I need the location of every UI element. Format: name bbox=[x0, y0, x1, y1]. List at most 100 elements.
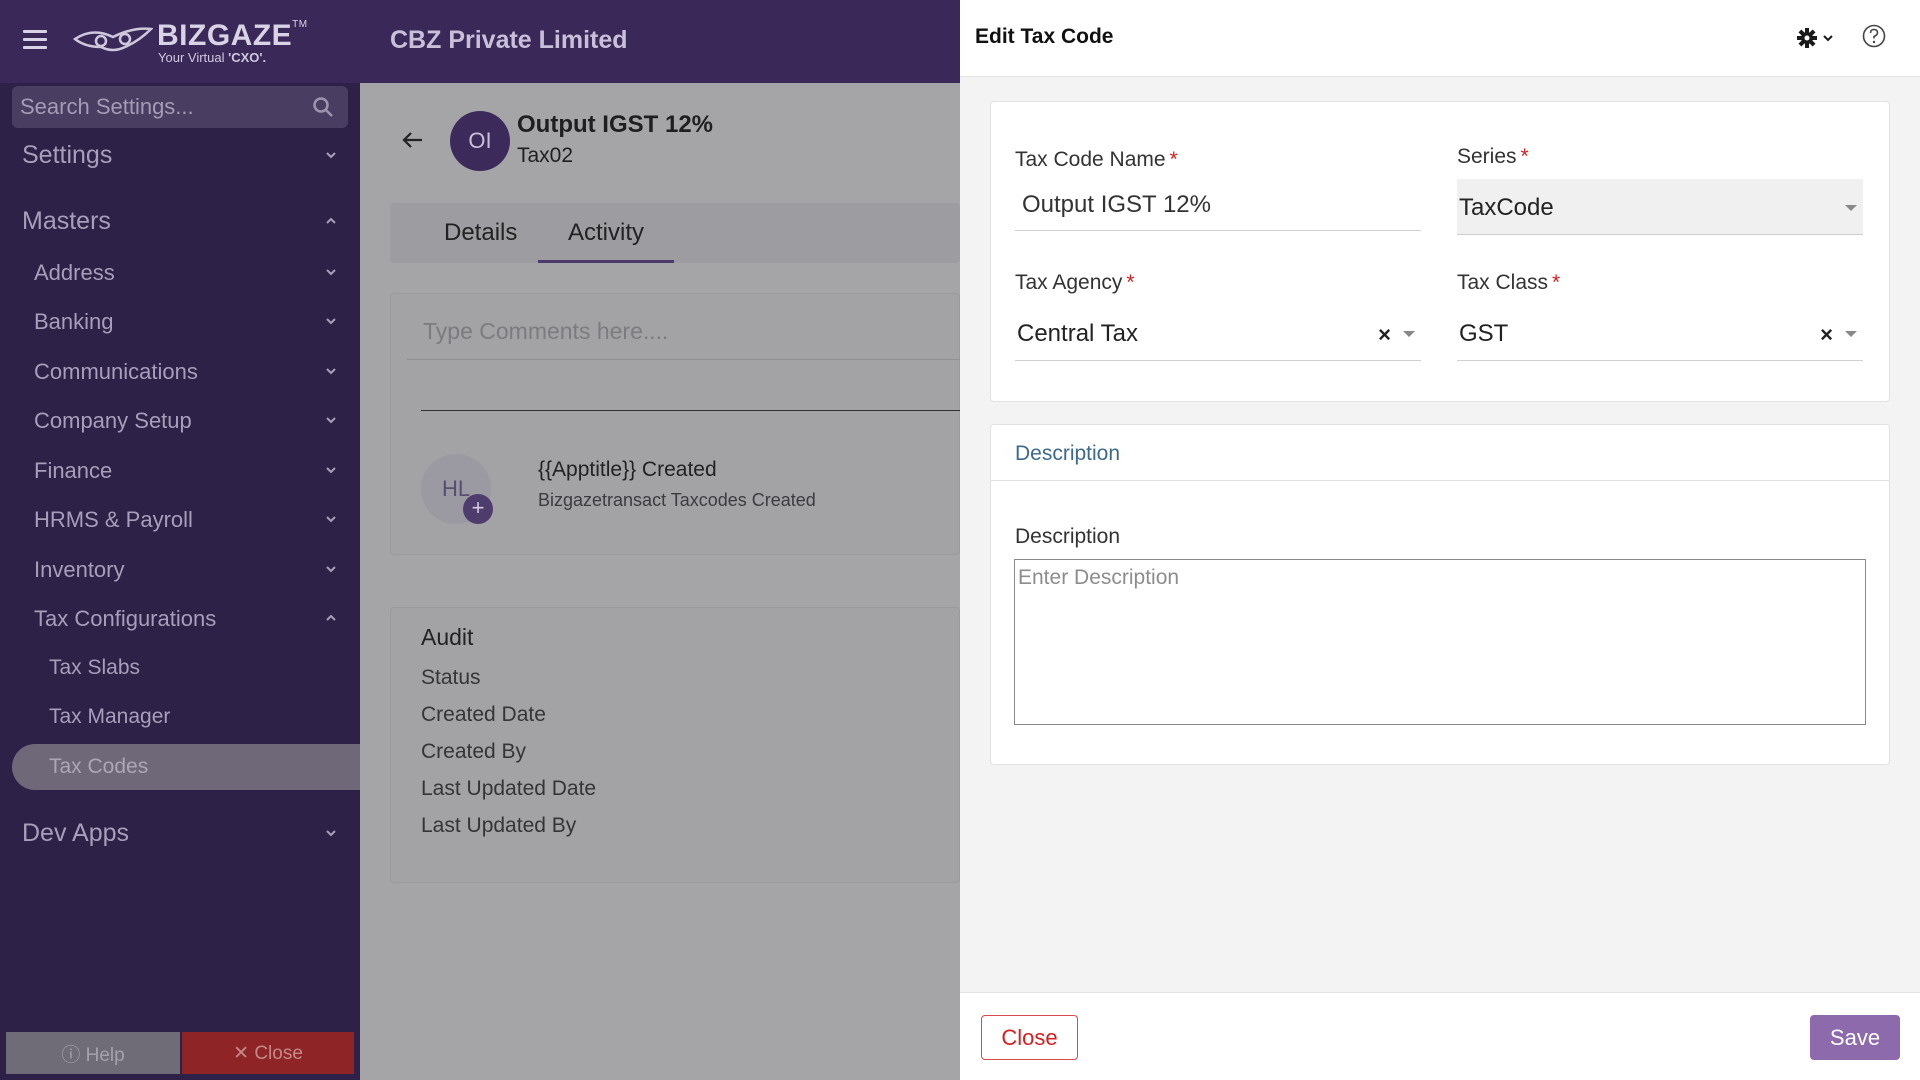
chevron-down-icon bbox=[326, 830, 336, 837]
activity-subtitle: Bizgazetransact Taxcodes Created bbox=[538, 490, 816, 510]
sidebar-item-label: Communications bbox=[34, 359, 198, 384]
tax-class-select[interactable]: GST × bbox=[1457, 305, 1863, 361]
record-avatar: OI bbox=[450, 111, 510, 171]
sidebar-item-company-setup[interactable]: Company Setup bbox=[0, 397, 360, 443]
sidebar-item-communications[interactable]: Communications bbox=[0, 348, 360, 394]
back-arrow-icon[interactable] bbox=[400, 127, 426, 153]
series-label: Series * bbox=[1457, 145, 1529, 168]
sidebar-item-label: Tax Manager bbox=[49, 705, 171, 728]
drawer-footer: Close Save bbox=[960, 992, 1920, 1080]
save-button[interactable]: Save bbox=[1810, 1015, 1900, 1060]
sidebar-item-label: Tax Slabs bbox=[49, 656, 141, 679]
sidebar-footer: ⓘ Help ✕ Close bbox=[6, 1032, 354, 1074]
caret-down-icon bbox=[1845, 331, 1857, 337]
hamburger-menu-icon[interactable] bbox=[23, 30, 47, 50]
audit-row: Status bbox=[421, 666, 481, 689]
chevron-down-icon bbox=[326, 269, 336, 276]
chevron-up-icon bbox=[326, 217, 336, 224]
help-circle-icon[interactable] bbox=[1861, 23, 1887, 49]
close-label: Close bbox=[254, 1042, 303, 1064]
activity-title: {{Apptitle}} Created bbox=[538, 458, 717, 481]
settings-sidebar: Settings Masters Address Banking Communi… bbox=[0, 83, 360, 1080]
bizgaze-logo: BIZGAZETM Your Virtual 'CXO'. bbox=[73, 17, 307, 67]
sidebar-item-label: Banking bbox=[34, 309, 114, 334]
settings-menu-button[interactable] bbox=[1795, 24, 1843, 52]
sidebar-section-settings[interactable]: Settings bbox=[0, 131, 360, 179]
series-select[interactable]: TaxCode bbox=[1457, 179, 1863, 235]
sidebar-section-label: Masters bbox=[22, 207, 111, 235]
clear-icon[interactable]: × bbox=[1820, 322, 1833, 348]
settings-search bbox=[12, 86, 348, 128]
chevron-down-icon bbox=[326, 318, 336, 325]
logo-tagline: Your Virtual 'CXO'. bbox=[158, 50, 267, 65]
gear-icon bbox=[1797, 28, 1833, 48]
close-icon: ✕ bbox=[233, 1042, 250, 1064]
series-value: TaxCode bbox=[1459, 194, 1554, 221]
description-textarea[interactable] bbox=[1014, 559, 1866, 725]
activity-card: HL + {{Apptitle}} Created Bizgazetransac… bbox=[390, 293, 961, 555]
edit-tax-code-drawer: Edit Tax Code Tax Code Name * Output IGS… bbox=[960, 0, 1920, 1080]
drawer-header: Edit Tax Code bbox=[960, 0, 1920, 77]
sidebar-item-label: Tax Codes bbox=[49, 755, 149, 778]
divider bbox=[421, 410, 961, 411]
drawer-title: Edit Tax Code bbox=[975, 25, 1114, 48]
close-button[interactable]: Close bbox=[981, 1015, 1078, 1060]
settings-search-input[interactable] bbox=[20, 86, 300, 128]
chevron-down-icon bbox=[326, 516, 336, 523]
tax-class-value: GST bbox=[1459, 320, 1509, 347]
sidebar-close-button[interactable]: ✕ Close bbox=[182, 1032, 354, 1074]
plus-icon: + bbox=[463, 494, 493, 524]
sidebar-section-masters[interactable]: Masters bbox=[0, 197, 360, 245]
tax-agency-select[interactable]: Central Tax × bbox=[1015, 305, 1421, 361]
clear-icon[interactable]: × bbox=[1378, 322, 1391, 348]
help-label: Help bbox=[85, 1044, 125, 1066]
tab-details[interactable]: Details bbox=[444, 203, 517, 263]
chevron-down-icon bbox=[326, 467, 336, 474]
sidebar-section-dev-apps[interactable]: Dev Apps bbox=[0, 809, 360, 857]
sidebar-help-button[interactable]: ⓘ Help bbox=[6, 1032, 180, 1074]
description-label: Description bbox=[1015, 525, 1121, 548]
audit-card: Audit Status Created Date Created By Las… bbox=[390, 607, 960, 883]
audit-row: Created Date bbox=[421, 703, 546, 726]
sidebar-item-hrms-payroll[interactable]: HRMS & Payroll bbox=[0, 496, 360, 542]
description-section-header: Description bbox=[991, 425, 1889, 481]
search-icon[interactable] bbox=[312, 96, 334, 118]
tax-code-form: Tax Code Name* Series* TaxCode Tax Agenc… bbox=[990, 101, 1890, 402]
record-code: Tax02 bbox=[517, 144, 574, 167]
tab-activity[interactable]: Activity bbox=[538, 203, 674, 263]
audit-row: Last Updated Date bbox=[421, 777, 597, 800]
question-circle-icon: ⓘ bbox=[61, 1044, 81, 1066]
owl-logo-icon bbox=[73, 27, 153, 52]
sidebar-section-label: Dev Apps bbox=[22, 819, 130, 847]
sidebar-item-label: Inventory bbox=[34, 557, 125, 582]
sidebar-item-tax-configurations[interactable]: Tax Configurations bbox=[0, 595, 360, 641]
sidebar-item-tax-slabs[interactable]: Tax Slabs bbox=[0, 645, 360, 691]
record-title: Output IGST 12% bbox=[517, 111, 714, 138]
sidebar-item-inventory[interactable]: Inventory bbox=[0, 546, 360, 592]
sidebar-item-label: HRMS & Payroll bbox=[34, 507, 193, 532]
tax-agency-label: Tax Agency * bbox=[1015, 271, 1135, 294]
company-name: CBZ Private Limited bbox=[390, 26, 628, 54]
caret-down-icon bbox=[1845, 205, 1857, 211]
caret-down-icon bbox=[1403, 331, 1415, 337]
sidebar-section-label: Settings bbox=[22, 141, 113, 169]
record-detail-panel: OI Output IGST 12% Tax02 Details Activit… bbox=[360, 83, 961, 1080]
chevron-down-icon bbox=[326, 566, 336, 573]
chevron-down-icon bbox=[326, 152, 336, 159]
sidebar-item-tax-codes[interactable]: Tax Codes bbox=[12, 744, 360, 790]
comment-input[interactable] bbox=[407, 304, 961, 360]
chevron-down-icon bbox=[326, 417, 336, 424]
description-section: Description Description bbox=[990, 424, 1890, 765]
sidebar-item-banking[interactable]: Banking bbox=[0, 298, 360, 344]
chevron-down-icon bbox=[326, 368, 336, 375]
sidebar-item-finance[interactable]: Finance bbox=[0, 447, 360, 493]
audit-title: Audit bbox=[421, 624, 474, 650]
sidebar-item-address[interactable]: Address bbox=[0, 249, 360, 295]
tax-code-name-label: Tax Code Name * bbox=[1015, 148, 1178, 171]
tax-code-name-input[interactable] bbox=[1015, 179, 1421, 231]
sidebar-item-tax-manager[interactable]: Tax Manager bbox=[0, 694, 360, 740]
audit-row: Created By bbox=[421, 740, 527, 763]
record-tabs: Details Activity bbox=[390, 203, 960, 263]
logo-wordmark: BIZGAZETM bbox=[157, 19, 308, 52]
description-section-title: Description bbox=[1015, 442, 1121, 465]
